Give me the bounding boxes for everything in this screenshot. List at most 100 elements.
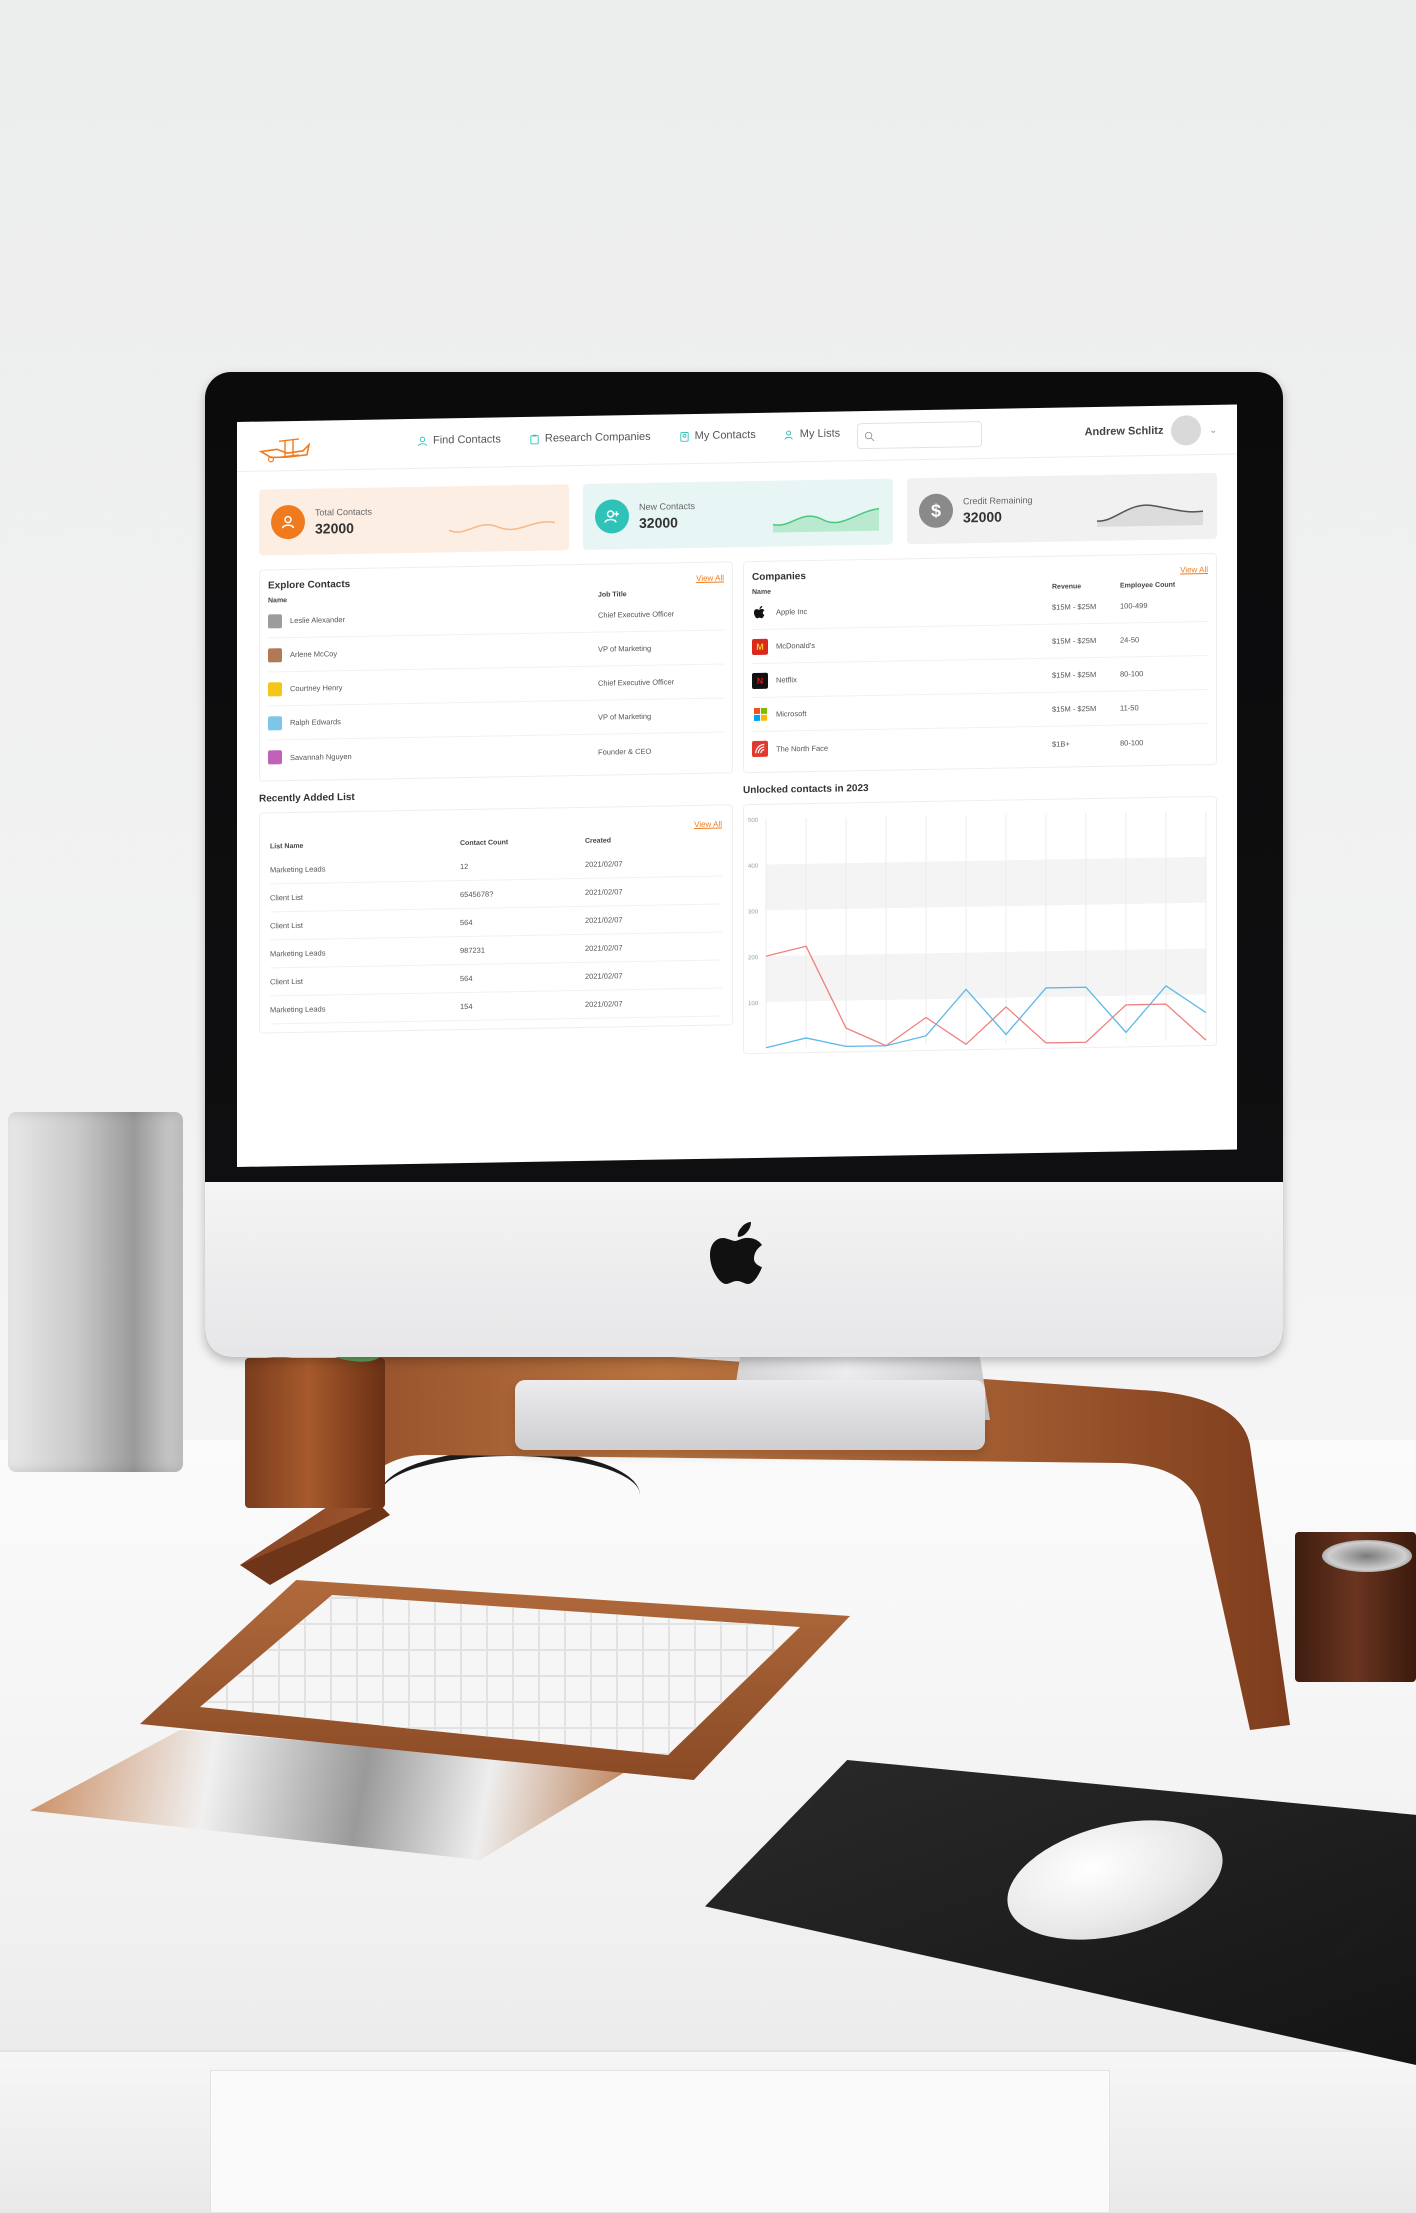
company-employees: 11-50 bbox=[1120, 703, 1139, 713]
left-column: Explore Contacts View All Name Job Title… bbox=[259, 561, 733, 1062]
sparkline bbox=[1096, 504, 1204, 527]
card-title: Companies bbox=[752, 571, 806, 584]
companies-table-body: Apple Inc $15M - $25M 100-499 M McDonald… bbox=[752, 588, 1208, 766]
y-tick-label: 400 bbox=[748, 864, 759, 870]
list-contact-count: 154 bbox=[460, 1001, 473, 1012]
column-header-revenue[interactable]: Revenue bbox=[1052, 583, 1120, 591]
contacts-table-body: Leslie Alexander Chief Executive Officer… bbox=[268, 596, 724, 774]
company-employees: 80-100 bbox=[1120, 669, 1144, 679]
nav-research-companies[interactable]: Research Companies bbox=[529, 431, 651, 445]
contact-avatar bbox=[268, 750, 282, 765]
view-all-link[interactable]: View All bbox=[1180, 565, 1208, 574]
column-header-job-title[interactable]: Job Title bbox=[598, 591, 627, 599]
contact-name: Ralph Edwards bbox=[290, 717, 341, 728]
y-tick-label: 100 bbox=[748, 1001, 759, 1007]
company-employees: 80-100 bbox=[1120, 737, 1144, 748]
stat-value: 32000 bbox=[639, 513, 678, 531]
monitor: Find Contacts Research Companies My Cont… bbox=[205, 372, 1283, 1357]
chart-band bbox=[766, 856, 1206, 911]
contact-job-title: Chief Executive Officer bbox=[598, 609, 675, 620]
list-contact-count: 987231 bbox=[460, 945, 486, 956]
monitor-chin bbox=[205, 1182, 1283, 1357]
user-menu[interactable]: Andrew Schlitz ⌄ bbox=[1085, 415, 1217, 447]
contacts-icon bbox=[680, 431, 689, 442]
view-all-link[interactable]: View All bbox=[696, 573, 724, 582]
nav-find-contacts[interactable]: Find Contacts bbox=[417, 433, 501, 447]
nav-label: My Lists bbox=[799, 427, 841, 441]
stat-card-new-contacts: New Contacts 32000 bbox=[583, 478, 893, 550]
company-revenue: $15M - $25M bbox=[1052, 636, 1097, 646]
northface-logo-icon bbox=[752, 740, 768, 758]
list-name: Marketing Leads bbox=[270, 1004, 326, 1015]
company-name: The North Face bbox=[776, 743, 829, 754]
plant-pot bbox=[245, 1358, 385, 1508]
column-header-created[interactable]: Created bbox=[585, 837, 611, 844]
monitor-base bbox=[515, 1380, 985, 1450]
contact-avatar bbox=[268, 613, 282, 628]
company-employees: 100-499 bbox=[1120, 601, 1148, 611]
stat-value: 32000 bbox=[315, 519, 354, 537]
list-name: Marketing Leads bbox=[270, 948, 326, 959]
avatar[interactable] bbox=[1171, 415, 1202, 446]
contact-name: Leslie Alexander bbox=[290, 615, 346, 626]
stat-card-credit-remaining: $ Credit Remaining 32000 bbox=[907, 472, 1217, 545]
unlocked-contacts-chart: 500 400 300 200 100 bbox=[743, 795, 1217, 1055]
line-chart: 500 400 300 200 100 bbox=[748, 810, 1207, 1049]
list-name: Client List bbox=[270, 976, 303, 987]
user-name: Andrew Schlitz bbox=[1084, 424, 1164, 439]
nav-my-lists[interactable]: My Lists bbox=[784, 427, 840, 440]
search-box[interactable] bbox=[857, 420, 982, 450]
company-revenue: $1B+ bbox=[1052, 738, 1070, 749]
company-revenue: $15M - $25M bbox=[1052, 704, 1097, 714]
netflix-logo-icon: N bbox=[752, 672, 768, 689]
y-tick-label: 500 bbox=[748, 818, 759, 824]
apple-logo-icon bbox=[752, 604, 768, 621]
company-name: Netflix bbox=[776, 675, 797, 685]
contact-name: Savannah Nguyen bbox=[290, 751, 352, 762]
main-nav: Find Contacts Research Companies My Cont… bbox=[417, 427, 840, 447]
nav-my-contacts[interactable]: My Contacts bbox=[679, 429, 756, 442]
sparkline bbox=[772, 508, 880, 533]
users-icon bbox=[784, 430, 793, 440]
search-input[interactable] bbox=[879, 428, 974, 442]
list-created: 2021/02/07 bbox=[585, 887, 623, 897]
right-column: Companies View All Name Revenue Employee… bbox=[743, 552, 1217, 1055]
column-header-list-name[interactable]: List Name bbox=[270, 840, 460, 851]
contact-job-title: VP of Marketing bbox=[598, 643, 652, 654]
table-row[interactable]: Savannah Nguyen Founder & CEO bbox=[268, 732, 724, 774]
company-revenue: $15M - $25M bbox=[1052, 670, 1097, 680]
list-created: 2021/02/07 bbox=[585, 859, 623, 869]
search-icon bbox=[864, 431, 875, 441]
column-header-contact-count[interactable]: Contact Count bbox=[460, 838, 585, 847]
clipboard-icon bbox=[530, 434, 539, 444]
company-revenue: $15M - $25M bbox=[1052, 602, 1097, 612]
y-tick-label: 300 bbox=[748, 909, 759, 915]
chart-title: Unlocked contacts in 2023 bbox=[743, 782, 869, 797]
stat-value: 32000 bbox=[963, 508, 1002, 525]
mcdonalds-logo-icon: M bbox=[752, 638, 768, 655]
column-header-employee-count[interactable]: Employee Count bbox=[1120, 582, 1175, 590]
nav-label: Find Contacts bbox=[433, 433, 501, 447]
table-row[interactable]: The North Face $1B+ 80-100 bbox=[752, 724, 1208, 766]
y-tick-label: 200 bbox=[748, 955, 759, 961]
chart-band bbox=[766, 948, 1206, 1002]
stat-label: New Contacts bbox=[639, 500, 696, 512]
contact-name: Arlene McCoy bbox=[290, 649, 338, 660]
contact-job-title: Chief Executive Officer bbox=[598, 677, 675, 688]
stat-card-total-contacts: Total Contacts 32000 bbox=[259, 484, 569, 556]
add-user-icon bbox=[604, 510, 619, 523]
list-created: 2021/02/07 bbox=[585, 999, 623, 1009]
user-icon bbox=[417, 436, 428, 446]
contact-job-title: VP of Marketing bbox=[598, 711, 652, 722]
biplane-logo-icon[interactable] bbox=[257, 431, 313, 464]
card-title: Explore Contacts bbox=[268, 579, 351, 592]
list-created: 2021/02/07 bbox=[585, 943, 623, 953]
apple-logo-icon bbox=[710, 1222, 762, 1284]
chevron-down-icon[interactable]: ⌄ bbox=[1209, 424, 1217, 435]
explore-contacts-card: Explore Contacts View All Name Job Title… bbox=[259, 561, 733, 782]
view-all-link[interactable]: View All bbox=[694, 820, 722, 829]
stat-icon-circle bbox=[271, 504, 305, 540]
list-contact-count: 564 bbox=[460, 973, 473, 984]
main-grid: Explore Contacts View All Name Job Title… bbox=[237, 539, 1237, 1063]
company-employees: 24-50 bbox=[1120, 635, 1140, 645]
